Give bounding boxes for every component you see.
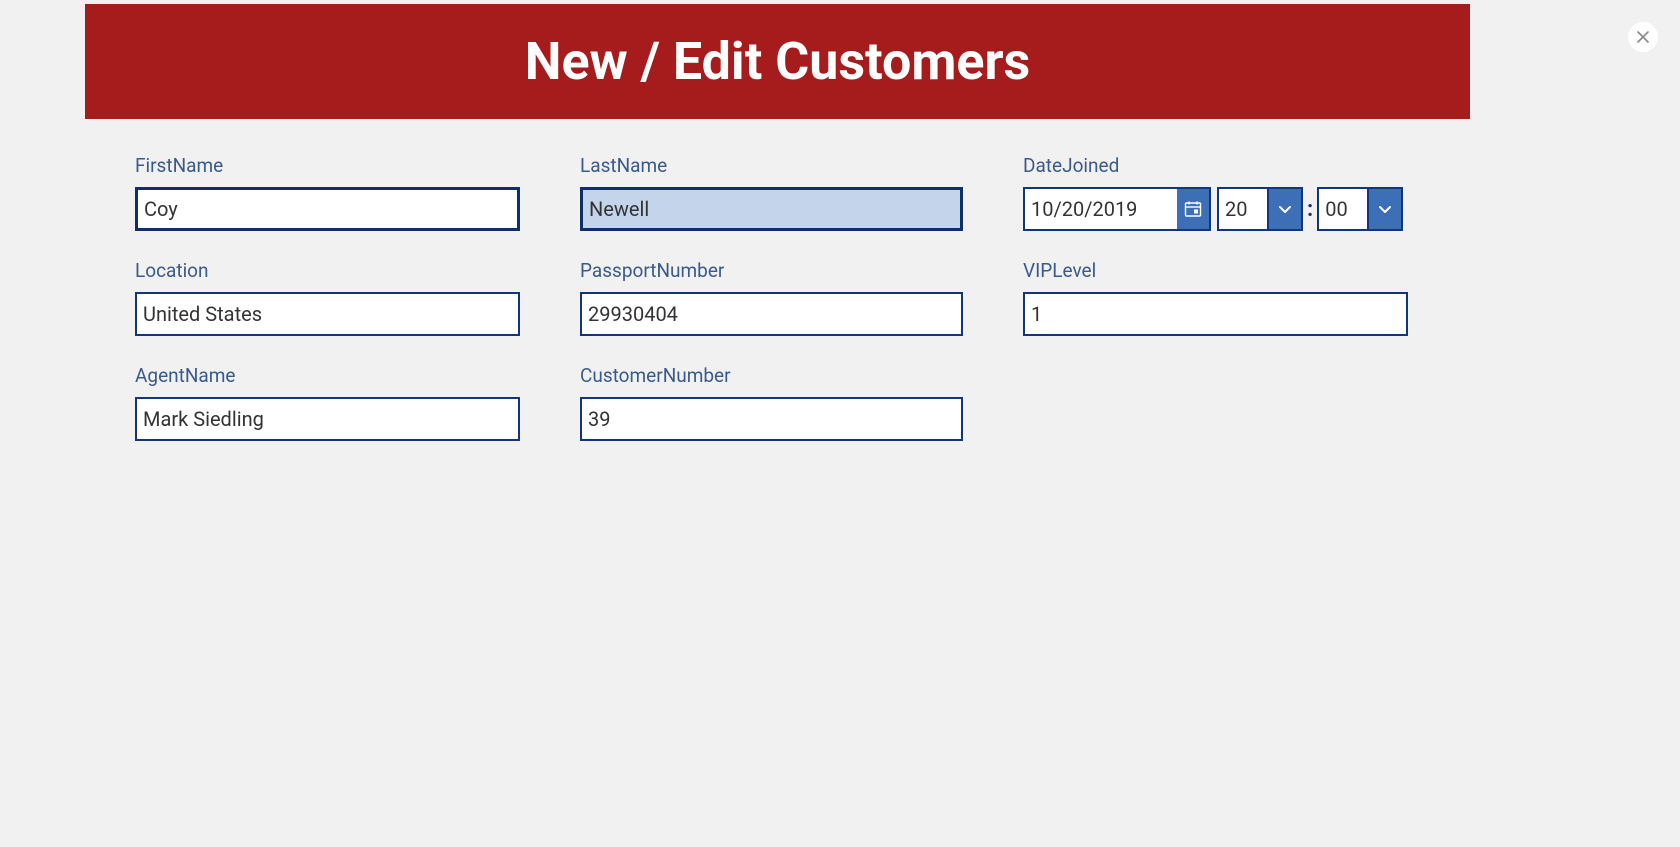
passportnumber-label: PassportNumber [580, 259, 963, 282]
customernumber-label: CustomerNumber [580, 364, 963, 387]
modal-title: New / Edit Customers [525, 31, 1030, 92]
datejoined-label: DateJoined [1023, 154, 1403, 177]
lastname-label: LastName [580, 154, 963, 177]
lastname-group: LastName [580, 154, 963, 231]
viplevel-input[interactable] [1023, 292, 1408, 336]
close-icon [1637, 31, 1649, 43]
datejoined-date-input[interactable] [1023, 187, 1183, 231]
chevron-down-icon [1277, 201, 1293, 217]
datejoined-hour-input[interactable] [1217, 187, 1269, 231]
agentname-input[interactable] [135, 397, 520, 441]
calendar-icon [1184, 200, 1202, 218]
close-button[interactable] [1628, 22, 1658, 52]
time-separator: : [1307, 197, 1313, 222]
passportnumber-group: PassportNumber [580, 259, 963, 336]
firstname-label: FirstName [135, 154, 520, 177]
chevron-down-icon [1377, 201, 1393, 217]
agentname-group: AgentName [135, 364, 520, 441]
modal-header: New / Edit Customers [85, 4, 1470, 119]
viplevel-label: VIPLevel [1023, 259, 1408, 282]
datejoined-minute-input[interactable] [1317, 187, 1369, 231]
location-label: Location [135, 259, 520, 282]
location-input[interactable] [135, 292, 520, 336]
datejoined-group: DateJoined [1023, 154, 1403, 231]
lastname-input[interactable] [580, 187, 963, 231]
edit-customers-modal: New / Edit Customers FirstName LastName … [85, 4, 1470, 779]
location-group: Location [135, 259, 520, 336]
customernumber-input[interactable] [580, 397, 963, 441]
agentname-label: AgentName [135, 364, 520, 387]
calendar-button[interactable] [1177, 187, 1211, 231]
passportnumber-input[interactable] [580, 292, 963, 336]
hour-dropdown-button[interactable] [1269, 187, 1303, 231]
firstname-input[interactable] [135, 187, 520, 231]
form-body: FirstName LastName DateJoined [85, 119, 1470, 489]
customernumber-group: CustomerNumber [580, 364, 963, 441]
minute-dropdown-button[interactable] [1369, 187, 1403, 231]
viplevel-group: VIPLevel [1023, 259, 1408, 336]
firstname-group: FirstName [135, 154, 520, 231]
